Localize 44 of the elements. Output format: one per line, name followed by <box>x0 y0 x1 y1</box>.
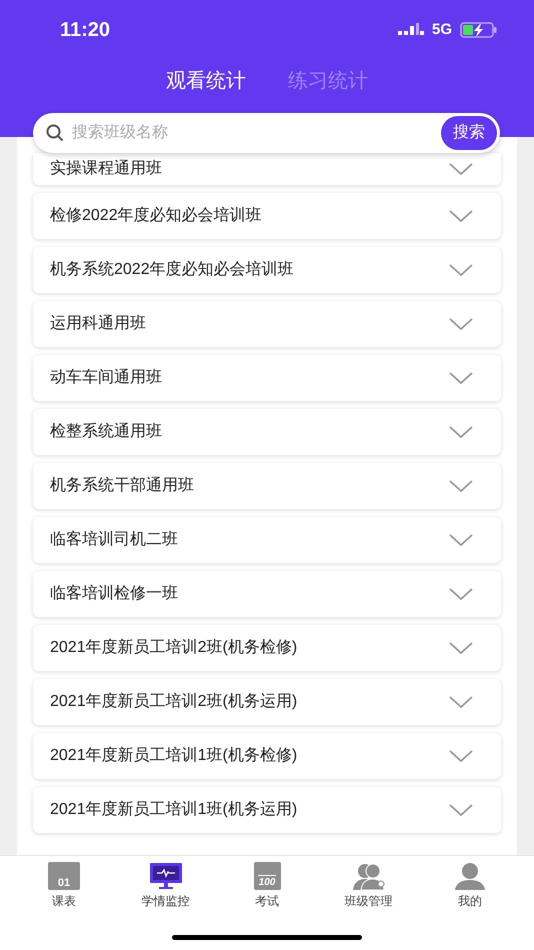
class-row[interactable]: 检修2022年度必知必会培训班 <box>33 193 501 239</box>
people-icon <box>352 862 386 890</box>
class-row[interactable]: 临客培训司机二班 <box>33 517 501 563</box>
search-field[interactable]: 搜索班级名称 搜索 <box>33 113 500 153</box>
class-name: 动车车间通用班 <box>50 368 162 388</box>
exam-paper-icon: 100 <box>254 862 280 890</box>
nav-tab[interactable]: 我的 <box>430 862 510 910</box>
class-row[interactable]: 2021年度新员工培训1班(机务运用) <box>33 787 501 833</box>
class-name: 机务系统2022年度必知必会培训班 <box>50 260 294 280</box>
class-name: 2021年度新员工培训2班(机务运用) <box>50 692 298 712</box>
monitor-icon <box>148 862 182 890</box>
nav-tab[interactable]: 01 课表 <box>24 862 104 910</box>
class-name: 2021年度新员工培训2班(机务检修) <box>50 638 298 658</box>
nav-tab[interactable]: 100 考试 <box>227 862 307 910</box>
nav-tab[interactable]: 班级管理 <box>328 862 408 910</box>
class-row[interactable]: 2021年度新员工培训1班(机务检修) <box>33 733 501 779</box>
class-name: 临客培训检修一班 <box>50 584 178 604</box>
network-label: 5G <box>432 20 452 40</box>
tab[interactable]: 观看统计 <box>166 66 246 96</box>
search-icon <box>46 124 64 142</box>
class-row[interactable]: 机务系统2022年度必知必会培训班 <box>33 247 501 293</box>
class-name: 2021年度新员工培训1班(机务运用) <box>50 800 298 820</box>
class-name: 运用科通用班 <box>50 314 146 334</box>
class-row[interactable]: 2021年度新员工培训2班(机务运用) <box>33 679 501 725</box>
class-row[interactable]: 2021年度新员工培训2班(机务检修) <box>33 625 501 671</box>
class-name: 2021年度新员工培训1班(机务检修) <box>50 746 298 766</box>
class-name: 实操课程通用班 <box>50 158 162 179</box>
nav-tab[interactable]: 学情监控 <box>126 862 206 910</box>
class-name: 临客培训司机二班 <box>50 530 178 550</box>
class-name: 机务系统干部通用班 <box>50 476 194 496</box>
class-row[interactable]: 临客培训检修一班 <box>33 571 501 617</box>
signal-icon <box>398 23 424 37</box>
status-time: 11:20 <box>60 18 110 43</box>
class-row[interactable]: 动车车间通用班 <box>33 355 501 401</box>
class-row[interactable]: 运用科通用班 <box>33 301 501 347</box>
class-row[interactable]: 检整系统通用班 <box>33 409 501 455</box>
search-button[interactable]: 搜索 <box>441 116 497 150</box>
class-row[interactable]: 机务系统干部通用班 <box>33 463 501 509</box>
person-icon <box>454 862 486 890</box>
calendar-icon: 01 <box>48 862 80 890</box>
battery-charging-icon <box>460 22 498 38</box>
class-name: 检整系统通用班 <box>50 422 162 442</box>
class-name: 检修2022年度必知必会培训班 <box>50 206 262 226</box>
class-row[interactable]: 实操课程通用班 <box>33 153 501 185</box>
